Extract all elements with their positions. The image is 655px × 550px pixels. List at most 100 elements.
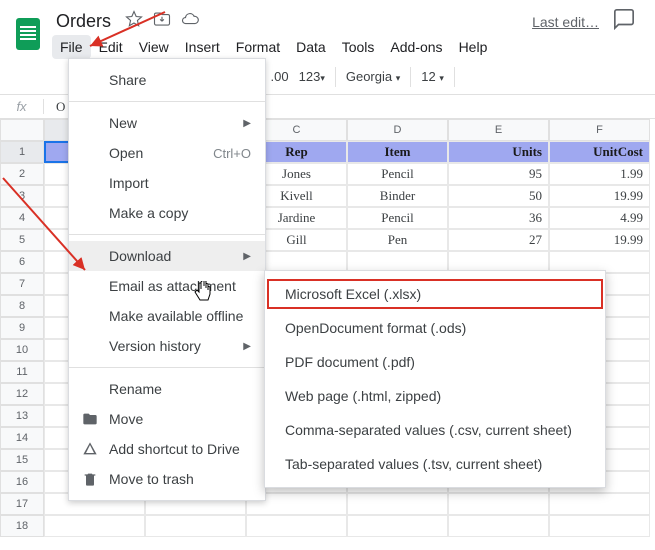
menu-edit[interactable]: Edit	[91, 35, 131, 59]
menu-format[interactable]: Format	[228, 35, 288, 59]
menu-item-email-attachment[interactable]: Email as attachment	[69, 271, 265, 301]
menu-item-share[interactable]: Share	[69, 65, 265, 95]
row-header[interactable]: 9	[0, 317, 44, 339]
cell[interactable]: 19.99	[549, 229, 650, 251]
last-edit-link[interactable]: Last edit…	[532, 14, 599, 30]
cell[interactable]: Units	[448, 141, 549, 163]
row-header[interactable]: 14	[0, 427, 44, 449]
menu-item-trash[interactable]: Move to trash	[69, 464, 265, 494]
sheets-logo[interactable]	[8, 14, 48, 54]
menu-item-add-shortcut[interactable]: Add shortcut to Drive	[69, 434, 265, 464]
menu-insert[interactable]: Insert	[177, 35, 228, 59]
download-submenu: Microsoft Excel (.xlsx) OpenDocument for…	[264, 270, 606, 488]
cell[interactable]	[246, 515, 347, 537]
row-header[interactable]: 2	[0, 163, 44, 185]
menu-divider	[69, 367, 265, 368]
cell[interactable]	[549, 515, 650, 537]
row-header[interactable]: 3	[0, 185, 44, 207]
cell[interactable]: 19.99	[549, 185, 650, 207]
submenu-item-pdf[interactable]: PDF document (.pdf)	[265, 345, 605, 379]
submenu-item-csv[interactable]: Comma-separated values (.csv, current sh…	[265, 413, 605, 447]
document-title[interactable]: Orders	[52, 10, 115, 33]
row-header[interactable]: 1	[0, 141, 44, 163]
move-folder-icon[interactable]	[153, 10, 171, 33]
menu-item-import[interactable]: Import	[69, 168, 265, 198]
formula-bar[interactable]: O	[44, 99, 65, 115]
separator	[335, 67, 336, 87]
cell[interactable]: Binder	[347, 185, 448, 207]
separator	[410, 67, 411, 87]
cell[interactable]: 1.99	[549, 163, 650, 185]
select-all-corner[interactable]	[0, 119, 44, 141]
menu-file[interactable]: File	[52, 35, 91, 59]
row-header[interactable]: 4	[0, 207, 44, 229]
submenu-arrow-icon: ▶	[243, 341, 251, 352]
font-family-select[interactable]: Georgia ▾	[346, 69, 400, 84]
submenu-item-xlsx[interactable]: Microsoft Excel (.xlsx)	[265, 277, 605, 311]
shortcut-label: Ctrl+O	[213, 146, 251, 161]
cell[interactable]: 50	[448, 185, 549, 207]
comments-icon[interactable]	[613, 8, 635, 35]
submenu-arrow-icon: ▶	[243, 251, 251, 262]
menu-addons[interactable]: Add-ons	[382, 35, 450, 59]
separator	[454, 67, 455, 87]
menu-item-version-history[interactable]: Version history▶	[69, 331, 265, 361]
row-header[interactable]: 5	[0, 229, 44, 251]
menu-data[interactable]: Data	[288, 35, 334, 59]
row-header[interactable]: 17	[0, 493, 44, 515]
cell[interactable]	[347, 493, 448, 515]
cloud-status-icon[interactable]	[181, 10, 199, 33]
menu-item-move[interactable]: Move	[69, 404, 265, 434]
menu-help[interactable]: Help	[451, 35, 496, 59]
col-header[interactable]: D	[347, 119, 448, 141]
row-header[interactable]: 15	[0, 449, 44, 471]
cell[interactable]	[44, 515, 145, 537]
menu-item-download[interactable]: Download▶	[69, 241, 265, 271]
cell[interactable]: 27	[448, 229, 549, 251]
row-header[interactable]: 10	[0, 339, 44, 361]
row-header[interactable]: 13	[0, 405, 44, 427]
row-header[interactable]: 12	[0, 383, 44, 405]
menu-item-offline[interactable]: Make available offline	[69, 301, 265, 331]
row-header[interactable]: 11	[0, 361, 44, 383]
submenu-item-ods[interactable]: OpenDocument format (.ods)	[265, 311, 605, 345]
increase-decimal-button[interactable]: .00	[271, 69, 289, 84]
cell[interactable]: Pencil	[347, 163, 448, 185]
cell[interactable]	[549, 493, 650, 515]
submenu-item-tsv[interactable]: Tab-separated values (.tsv, current shee…	[265, 447, 605, 481]
row-header[interactable]: 16	[0, 471, 44, 493]
menu-divider	[69, 234, 265, 235]
menu-divider	[69, 101, 265, 102]
number-format-button[interactable]: 123▾	[299, 69, 325, 84]
menu-item-open[interactable]: OpenCtrl+O	[69, 138, 265, 168]
col-header[interactable]: E	[448, 119, 549, 141]
font-size-select[interactable]: 12 ▾	[421, 69, 444, 84]
cell[interactable]	[347, 515, 448, 537]
row-header[interactable]: 8	[0, 295, 44, 317]
col-header[interactable]: F	[549, 119, 650, 141]
fx-label: fx	[0, 99, 44, 114]
folder-icon	[81, 411, 99, 427]
cell[interactable]: 36	[448, 207, 549, 229]
submenu-item-html[interactable]: Web page (.html, zipped)	[265, 379, 605, 413]
menu-view[interactable]: View	[131, 35, 177, 59]
row-header[interactable]: 7	[0, 273, 44, 295]
cell[interactable]: UnitCost	[549, 141, 650, 163]
menu-tools[interactable]: Tools	[334, 35, 383, 59]
cell[interactable]: Item	[347, 141, 448, 163]
menu-item-make-copy[interactable]: Make a copy	[69, 198, 265, 228]
file-menu: Share New▶ OpenCtrl+O Import Make a copy…	[68, 58, 266, 501]
cell[interactable]: 4.99	[549, 207, 650, 229]
cell[interactable]: Pen	[347, 229, 448, 251]
menu-item-new[interactable]: New▶	[69, 108, 265, 138]
row-header[interactable]: 18	[0, 515, 44, 537]
cell[interactable]: 95	[448, 163, 549, 185]
menu-item-rename[interactable]: Rename	[69, 374, 265, 404]
cell[interactable]	[448, 493, 549, 515]
cell[interactable]: Pencil	[347, 207, 448, 229]
cell[interactable]	[145, 515, 246, 537]
star-icon[interactable]	[125, 10, 143, 33]
row-header[interactable]: 6	[0, 251, 44, 273]
cell[interactable]	[448, 515, 549, 537]
menubar: File Edit View Insert Format Data Tools …	[52, 35, 647, 59]
